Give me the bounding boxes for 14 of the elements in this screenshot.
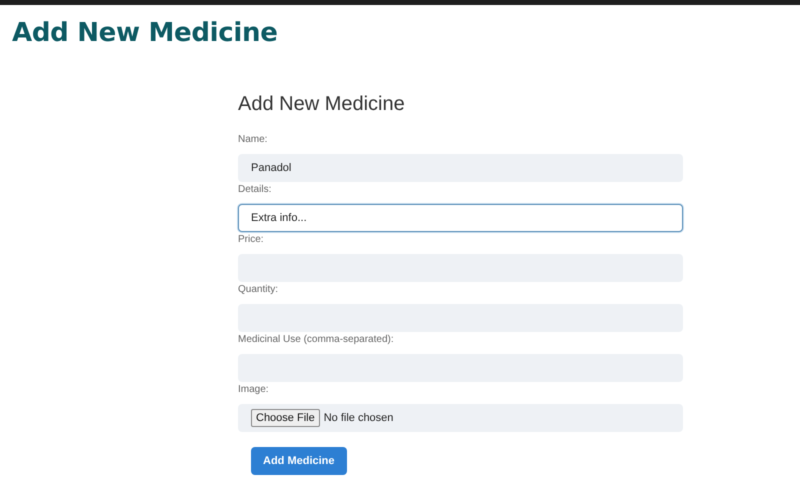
- field-label: Name:: [238, 133, 268, 147]
- file-status: No file chosen: [324, 412, 394, 424]
- file-input[interactable]: Choose File No file chosen: [238, 404, 683, 432]
- field-label: Image:: [238, 383, 270, 397]
- input-field[interactable]: Panadol: [238, 154, 683, 182]
- field-label: Medicinal Use (comma-separated):: [238, 333, 395, 347]
- input-field[interactable]: Extra info...: [238, 204, 683, 232]
- field-label: Price:: [238, 233, 265, 247]
- form-title: Add New Medicine: [238, 93, 406, 116]
- page-title: Add New Medicine: [11, 17, 279, 50]
- add-medicine-button[interactable]: Add Medicine: [251, 447, 347, 475]
- field-label: Quantity:: [238, 283, 280, 297]
- field-label: Details:: [238, 183, 272, 197]
- choose-file-button[interactable]: Choose File: [251, 409, 320, 427]
